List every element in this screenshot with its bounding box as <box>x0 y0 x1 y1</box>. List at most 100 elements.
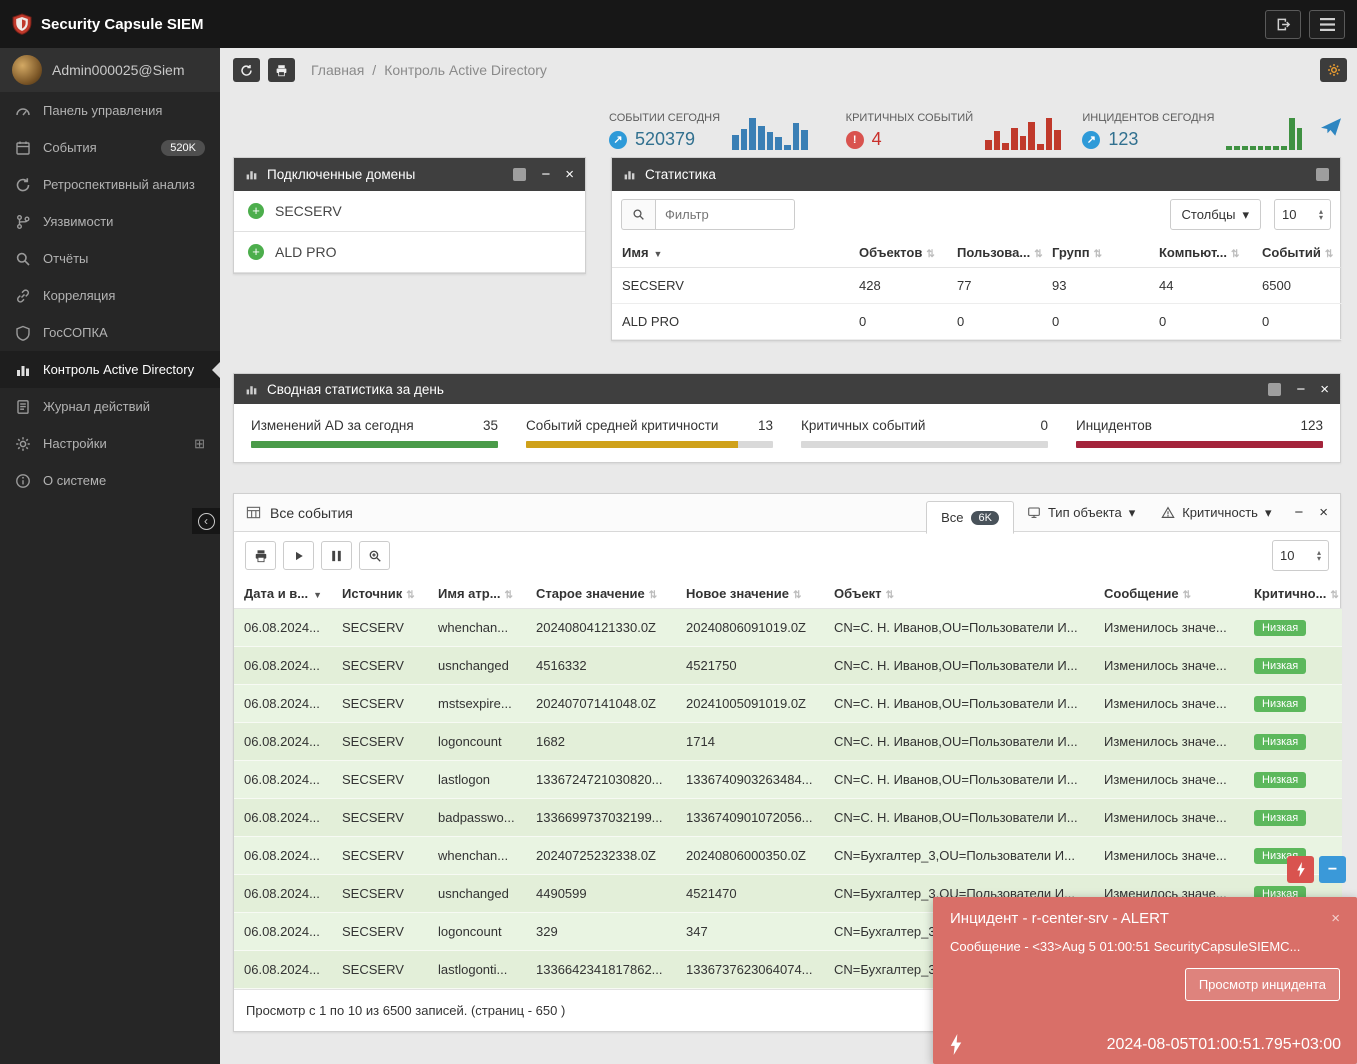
col-object[interactable]: Объект ⇅ <box>824 579 1094 609</box>
col-new-value[interactable]: Новое значение ⇅ <box>676 579 824 609</box>
event-object[interactable]: CN=С. Н. Иванов,OU=Пользователи И... <box>824 761 1094 799</box>
panel-close-button[interactable]: × <box>1320 382 1329 397</box>
settings-expand-icon[interactable]: ⊞ <box>194 436 205 452</box>
col-objects[interactable]: Объектов ⇅ <box>849 238 947 268</box>
event-date[interactable]: 06.08.2024... <box>234 685 332 723</box>
stats-page-size-select[interactable]: 10 ▴ ▾ <box>1274 199 1331 230</box>
sidebar-item-retrospective[interactable]: Ретроспективный анализ <box>0 166 220 203</box>
logout-button[interactable] <box>1265 9 1301 39</box>
breadcrumb-home[interactable]: Главная <box>311 62 364 78</box>
event-date[interactable]: 06.08.2024... <box>234 913 332 951</box>
event-date[interactable]: 06.08.2024... <box>234 837 332 875</box>
event-row[interactable]: 06.08.2024... SECSERV whenchan... 202408… <box>234 608 1342 647</box>
event-attr[interactable]: mstsexpire... <box>428 685 526 723</box>
refresh-page-button[interactable] <box>233 58 260 82</box>
col-old-value[interactable]: Старое значение ⇅ <box>526 579 676 609</box>
tab-all-events[interactable]: Все 6K <box>926 501 1014 534</box>
panel-minimize-button[interactable]: − <box>1296 382 1305 397</box>
domain-link[interactable]: ALD PRO <box>612 303 849 340</box>
sidebar-item-settings[interactable]: Настройки ⊞ <box>0 425 220 462</box>
user-profile[interactable]: Admin000025@Siem <box>0 48 220 92</box>
send-report-button[interactable] <box>1319 117 1345 137</box>
sidebar-item-correlation[interactable]: Корреляция <box>0 277 220 314</box>
domain-link[interactable]: SECSERV <box>612 267 849 304</box>
event-row[interactable]: 06.08.2024... SECSERV whenchan... 202407… <box>234 836 1342 875</box>
page-settings-button[interactable] <box>1320 58 1347 82</box>
panel-minimize-button[interactable]: − <box>1294 504 1303 521</box>
sidebar-item-dashboard[interactable]: Панель управления <box>0 92 220 129</box>
panel-close-button[interactable]: × <box>1319 504 1328 521</box>
event-object[interactable]: CN=Бухгалтер_3,OU=Пользователи И... <box>824 837 1094 875</box>
event-row[interactable]: 06.08.2024... SECSERV badpasswo... 13366… <box>234 798 1342 837</box>
domain-item-aldpro[interactable]: + ALD PRO <box>234 232 585 273</box>
event-date[interactable]: 06.08.2024... <box>234 723 332 761</box>
sidebar-item-about[interactable]: О системе <box>0 462 220 499</box>
panel-expand-button[interactable] <box>513 168 527 181</box>
event-date[interactable]: 06.08.2024... <box>234 875 332 913</box>
col-name[interactable]: Имя ▼ <box>612 238 849 268</box>
print-events-button[interactable] <box>245 541 276 570</box>
col-source[interactable]: Источник ⇅ <box>332 579 428 609</box>
event-attr[interactable]: badpasswo... <box>428 799 526 837</box>
event-object[interactable]: CN=С. Н. Иванов,OU=Пользователи И... <box>824 647 1094 685</box>
event-date[interactable]: 06.08.2024... <box>234 799 332 837</box>
print-page-button[interactable] <box>268 58 295 82</box>
event-object[interactable]: CN=С. Н. Иванов,OU=Пользователи И... <box>824 609 1094 647</box>
col-attr-name[interactable]: Имя атр... ⇅ <box>428 579 526 609</box>
sidebar-collapse-button[interactable]: ‹ <box>192 508 220 534</box>
minimize-alerts-button[interactable]: − <box>1319 856 1346 883</box>
sidebar-item-gossopka[interactable]: ГосСОПКА <box>0 314 220 351</box>
event-date[interactable]: 06.08.2024... <box>234 761 332 799</box>
view-incident-button[interactable]: Просмотр инцидента <box>1184 968 1340 1001</box>
event-attr[interactable]: lastlogon <box>428 761 526 799</box>
play-button[interactable] <box>283 541 314 570</box>
zoom-search-button[interactable] <box>359 541 390 570</box>
event-attr[interactable]: logoncount <box>428 723 526 761</box>
event-date[interactable]: 06.08.2024... <box>234 951 332 989</box>
panel-expand-button[interactable] <box>1268 382 1282 396</box>
event-attr[interactable]: usnchanged <box>428 647 526 685</box>
event-object[interactable]: CN=С. Н. Иванов,OU=Пользователи И... <box>824 685 1094 723</box>
event-attr[interactable]: usnchanged <box>428 875 526 913</box>
col-events[interactable]: Событий ⇅ <box>1252 238 1342 268</box>
notification-close-icon[interactable]: × <box>1331 910 1340 927</box>
event-date[interactable]: 06.08.2024... <box>234 647 332 685</box>
sidebar-item-vulnerabilities[interactable]: Уязвимости <box>0 203 220 240</box>
incident-alert-button[interactable] <box>1287 856 1314 883</box>
sidebar-item-reports[interactable]: Отчёты <box>0 240 220 277</box>
filter-input[interactable] <box>655 199 795 230</box>
event-row[interactable]: 06.08.2024... SECSERV lastlogon 13367247… <box>234 760 1342 799</box>
event-object[interactable]: CN=С. Н. Иванов,OU=Пользователи И... <box>824 799 1094 837</box>
panel-minimize-button[interactable]: − <box>541 167 550 182</box>
event-attr[interactable]: lastlogonti... <box>428 951 526 989</box>
stats-row[interactable]: ALD PRO 0 0 0 0 0 <box>612 303 1342 340</box>
pause-button[interactable] <box>321 541 352 570</box>
tab-severity[interactable]: Критичность ▾ <box>1148 505 1284 521</box>
sidebar-item-action-log[interactable]: Журнал действий <box>0 388 220 425</box>
col-datetime[interactable]: Дата и в... ▼ <box>234 579 332 609</box>
col-users[interactable]: Пользова... ⇅ <box>947 238 1043 268</box>
event-object[interactable]: CN=С. Н. Иванов,OU=Пользователи И... <box>824 723 1094 761</box>
tab-object-type[interactable]: Тип объекта ▾ <box>1014 505 1148 521</box>
filter-search-button[interactable] <box>621 199 655 230</box>
panel-expand-button[interactable] <box>1316 168 1329 181</box>
col-message[interactable]: Сообщение ⇅ <box>1094 579 1244 609</box>
event-date[interactable]: 06.08.2024... <box>234 609 332 647</box>
event-row[interactable]: 06.08.2024... SECSERV usnchanged 4516332… <box>234 646 1342 685</box>
event-attr[interactable]: whenchan... <box>428 837 526 875</box>
sidebar-item-ad-control[interactable]: Контроль Active Directory <box>0 351 220 388</box>
col-severity[interactable]: Критично... ⇅ <box>1244 579 1342 609</box>
columns-button[interactable]: Столбцы ▾ <box>1169 199 1261 230</box>
menu-button[interactable] <box>1309 9 1345 39</box>
panel-close-button[interactable]: × <box>565 167 574 182</box>
event-row[interactable]: 06.08.2024... SECSERV logoncount 1682 17… <box>234 722 1342 761</box>
domain-item-secserv[interactable]: + SECSERV <box>234 191 585 232</box>
col-groups[interactable]: Групп ⇅ <box>1042 238 1149 268</box>
sidebar-item-events[interactable]: События 520K <box>0 129 220 166</box>
event-row[interactable]: 06.08.2024... SECSERV mstsexpire... 2024… <box>234 684 1342 723</box>
event-attr[interactable]: whenchan... <box>428 609 526 647</box>
events-page-size-select[interactable]: 10 ▴ ▾ <box>1272 540 1329 571</box>
col-computers[interactable]: Компьют... ⇅ <box>1149 238 1252 268</box>
stats-row[interactable]: SECSERV 428 77 93 44 6500 <box>612 267 1342 304</box>
event-attr[interactable]: logoncount <box>428 913 526 951</box>
